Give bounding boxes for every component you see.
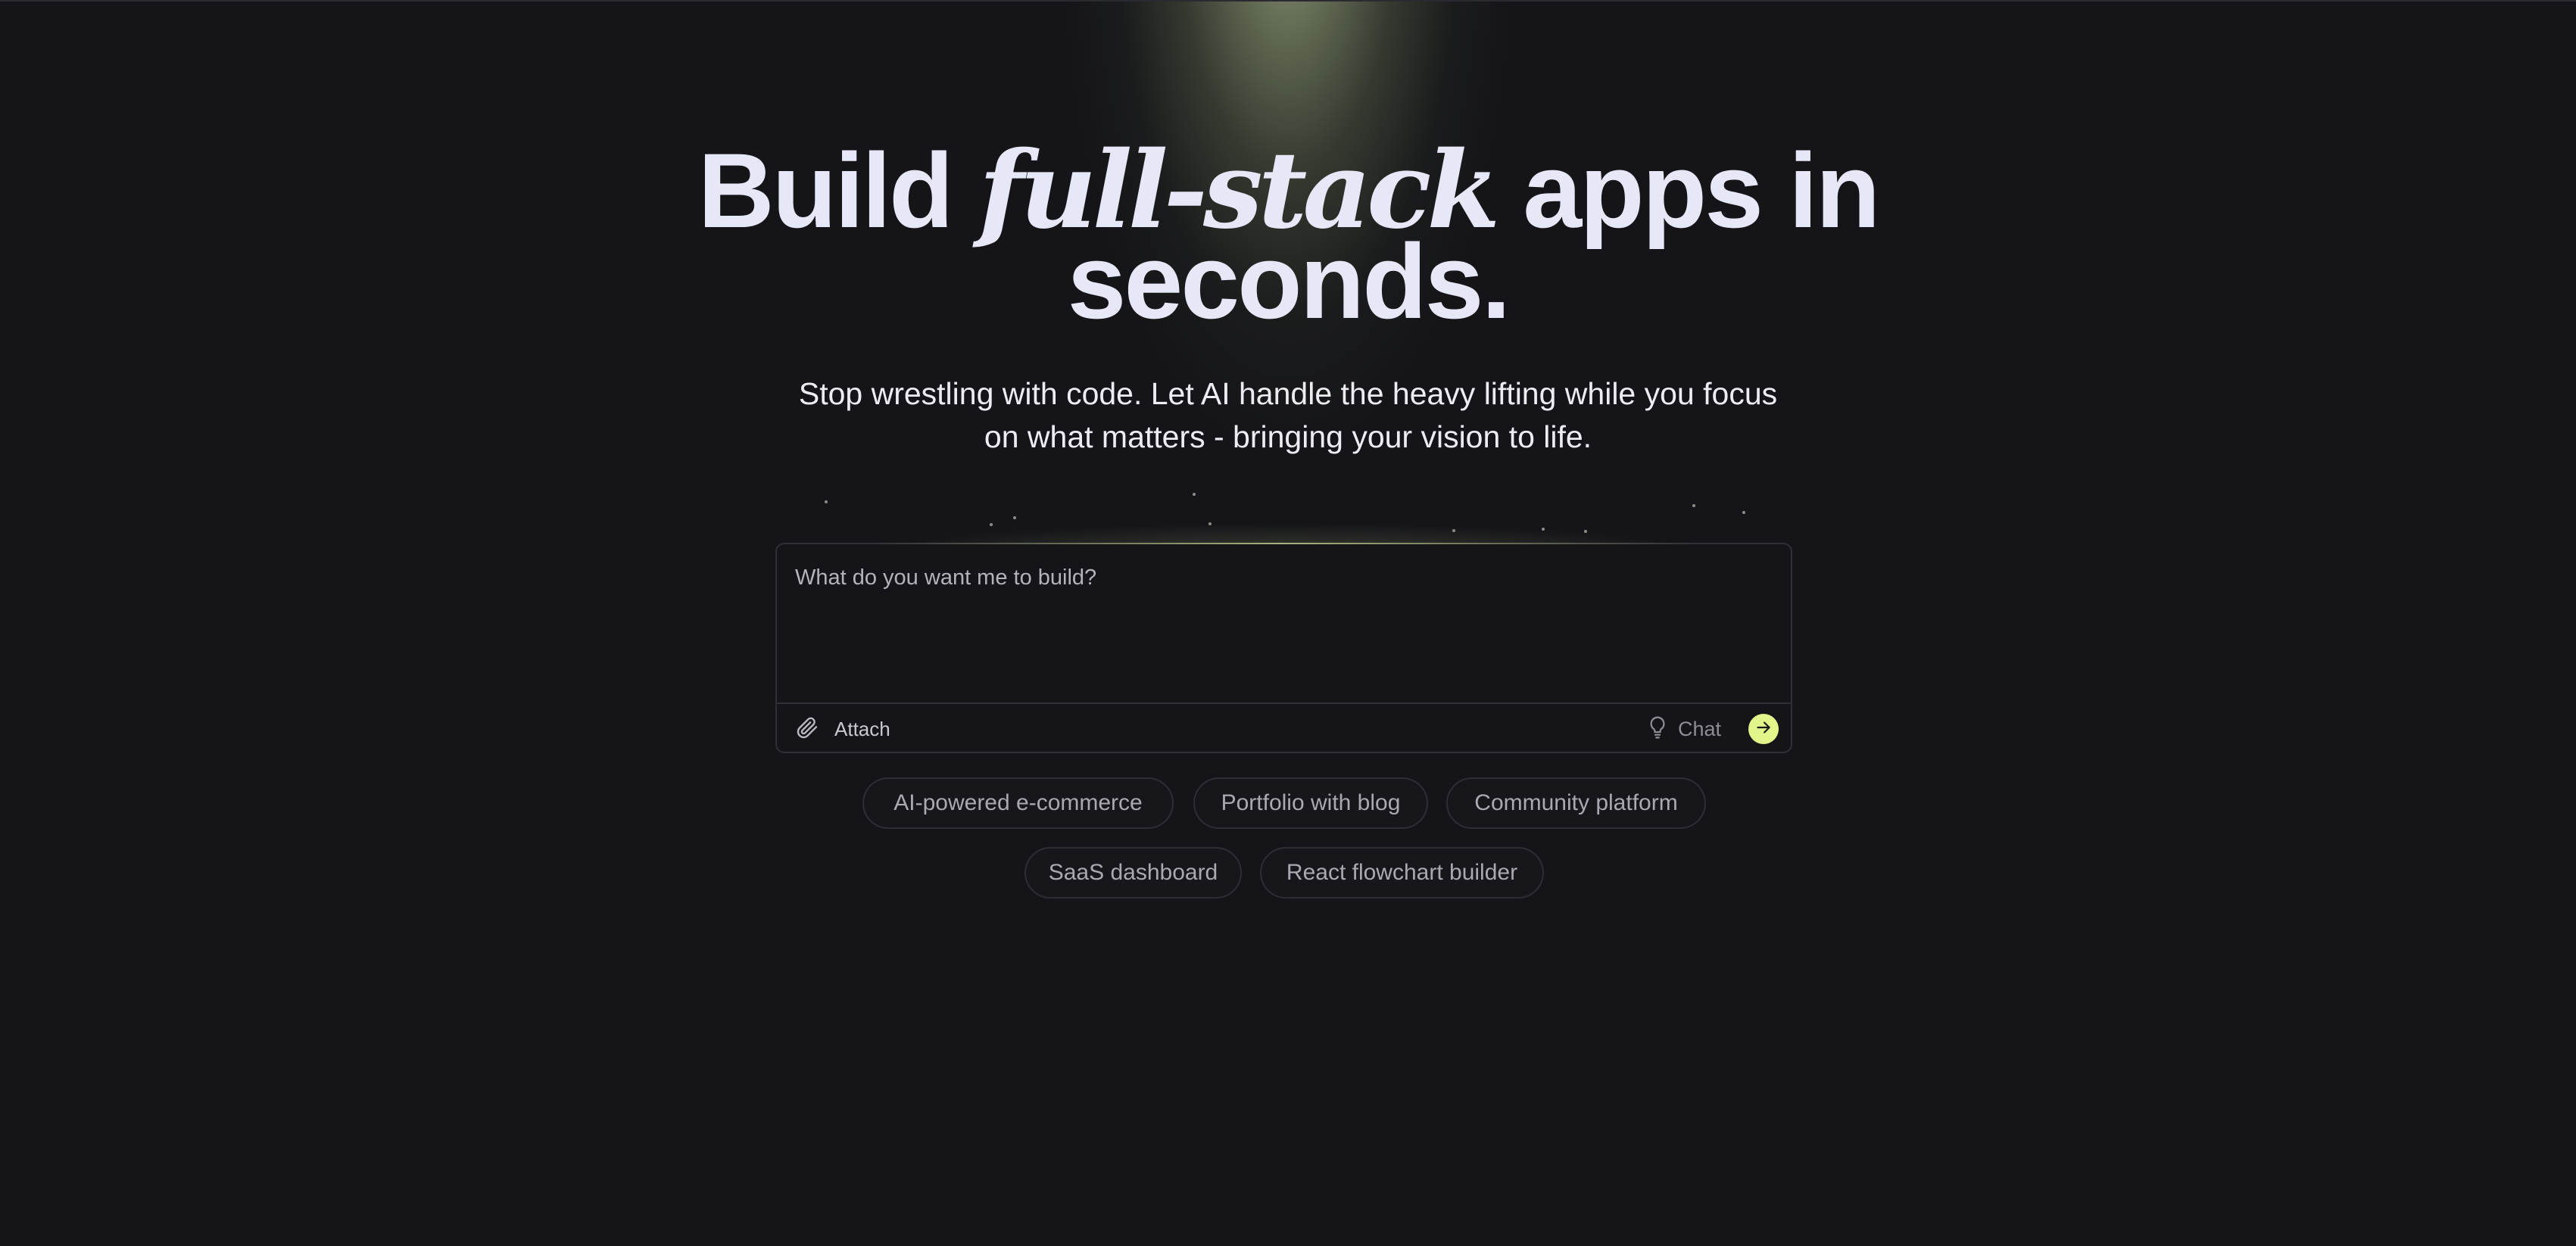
sparkle-dot: [1452, 529, 1455, 532]
hero-subtitle: Stop wrestling with code. Let AI handle …: [0, 372, 2576, 459]
suggestion-chip[interactable]: Community platform: [1446, 777, 1706, 829]
hero-title-part2: apps in: [1495, 131, 1880, 250]
page: Build full-stack apps in seconds. Stop w…: [0, 0, 2576, 1246]
prompt-toolbar: Attach Chat: [777, 702, 1791, 753]
sparkle-dot: [1208, 522, 1212, 525]
chat-mode-button[interactable]: Chat: [1646, 716, 1721, 742]
sparkle-dot: [990, 523, 993, 526]
hero-subtitle-line1: Stop wrestling with code. Let AI handle …: [798, 376, 1778, 411]
sparkle-dot: [1542, 528, 1545, 531]
paperclip-icon: [795, 715, 819, 743]
suggestion-chip[interactable]: AI-powered e-commerce: [862, 777, 1174, 829]
prompt-box: Attach Chat: [775, 543, 1792, 753]
sparkle-dot: [1013, 516, 1016, 519]
arrow-right-icon: [1754, 718, 1773, 741]
sparkle-dot: [1193, 493, 1196, 496]
hero-subtitle-line2: on what matters - bringing your vision t…: [984, 419, 1592, 454]
chat-label: Chat: [1678, 717, 1722, 740]
suggestion-chip[interactable]: React flowchart builder: [1260, 847, 1544, 899]
hero-title-line2: seconds.: [1067, 222, 1511, 341]
hero-title: Build full-stack apps in seconds.: [0, 138, 2576, 335]
prompt-input[interactable]: [795, 562, 1772, 691]
attach-label: Attach: [834, 717, 890, 740]
suggestion-chip[interactable]: SaaS dashboard: [1024, 847, 1242, 899]
send-button[interactable]: [1748, 714, 1779, 744]
suggestion-chip[interactable]: Portfolio with blog: [1193, 777, 1428, 829]
sparkle-dot: [1692, 504, 1695, 507]
sparkle-dot: [1584, 530, 1587, 533]
sparkle-dot: [1742, 511, 1745, 514]
lightbulb-icon: [1646, 715, 1669, 744]
attach-button[interactable]: Attach: [795, 716, 890, 742]
hero-title-part1: Build: [697, 131, 979, 250]
sparkle-dot: [825, 500, 828, 503]
